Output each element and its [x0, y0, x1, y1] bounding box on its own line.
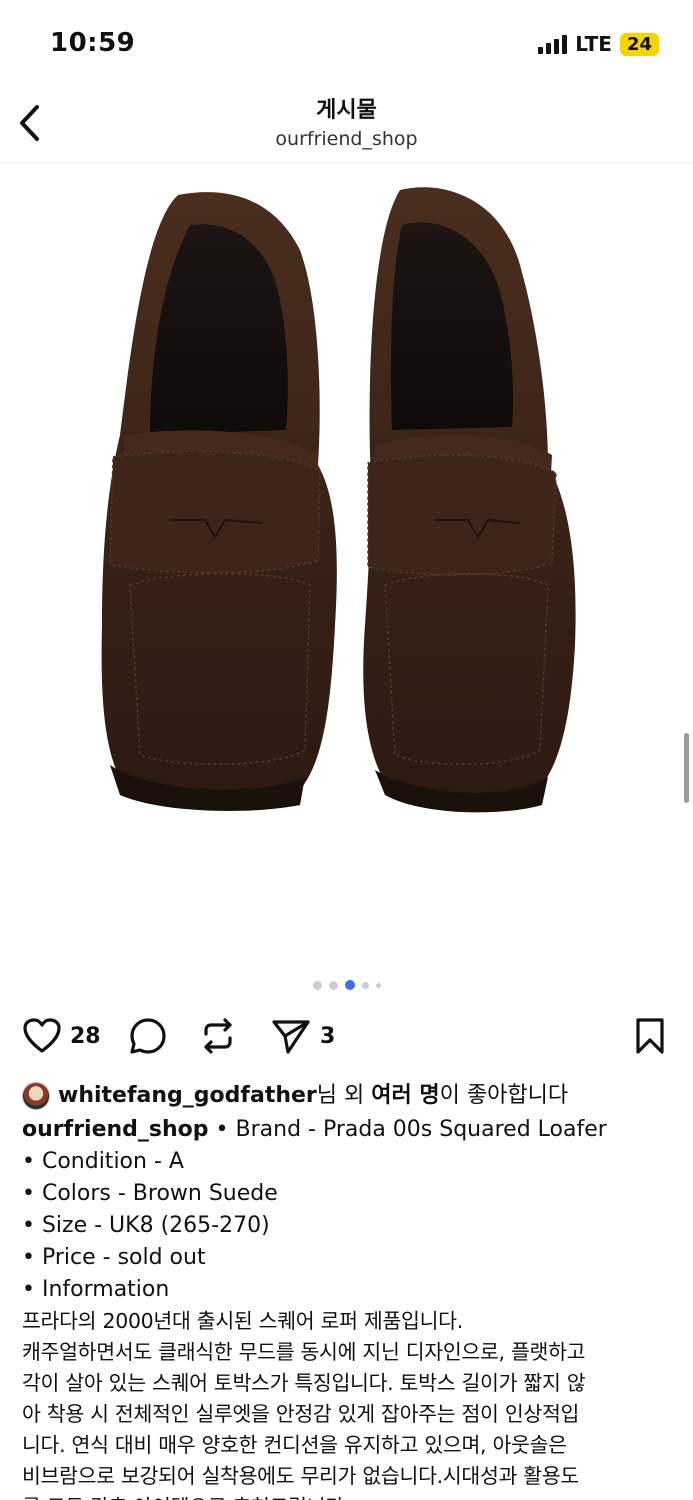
send-icon: [272, 1020, 310, 1054]
carousel-dot: [361, 981, 369, 989]
caption-kr-line: 프라다의 2000년대 출시된 스퀘어 로퍼 제품입니다.: [22, 1309, 463, 1333]
status-indicators: LTE 24: [538, 32, 659, 56]
status-time: 10:59: [50, 28, 136, 58]
caption-kr-line: 니다. 연식 대비 매우 양호한 컨디션을 유지하고 있으며, 아웃솔은: [22, 1433, 567, 1457]
caption-line: • Condition - A: [22, 1149, 184, 1174]
caption-line: • Size - UK8 (265-270): [22, 1213, 270, 1238]
right-shoe: [363, 187, 576, 813]
battery-icon: 24: [619, 32, 659, 56]
post-caption: whitefang_godfather님 외 여러 명이 좋아합니다 ourfr…: [22, 1078, 682, 1500]
liked-by-text-2: 이 좋아합니다: [439, 1083, 569, 1108]
post-actions: 28 3: [0, 1012, 693, 1060]
scroll-indicator[interactable]: [684, 733, 689, 803]
share-count: 3: [320, 1023, 336, 1049]
left-shoe: [101, 192, 337, 811]
repost-icon: [204, 1018, 232, 1054]
signal-icon: [538, 34, 568, 54]
caption-kr-line: 를 모두 갖춘 아이템으로 추천드립니다.: [22, 1492, 682, 1500]
carousel-dot: [375, 982, 381, 988]
caption-kr-line: 캐주얼하면서도 클래식한 무드를 동시에 지닌 디자인으로, 플랫하고: [22, 1340, 586, 1364]
liked-by-user[interactable]: whitefang_godfather: [58, 1083, 317, 1108]
top-nav: 게시물 ourfriend_shop: [0, 88, 693, 164]
caption-kr-line: 비브람으로 보강되어 실착용에도 무리가 없습니다.시대성과 활용도: [22, 1464, 579, 1488]
comment-icon: [130, 1018, 166, 1054]
status-bar: 10:59 LTE 24: [0, 0, 693, 88]
avatar: [22, 1082, 50, 1110]
page-subtitle[interactable]: ourfriend_shop: [0, 128, 693, 150]
page-title: 게시물: [316, 98, 377, 123]
carousel-dot: [328, 980, 338, 990]
post-image[interactable]: [0, 165, 693, 975]
like-count: 28: [70, 1023, 101, 1049]
network-type: LTE: [575, 32, 612, 56]
share-button[interactable]: 3: [270, 1016, 335, 1056]
repost-button[interactable]: [198, 1016, 238, 1056]
caption-line: • Colors - Brown Suede: [22, 1181, 278, 1206]
bookmark-icon: [636, 1018, 664, 1054]
liked-by[interactable]: whitefang_godfather님 외 여러 명이 좋아합니다: [22, 1078, 682, 1114]
carousel-dots: [0, 980, 693, 990]
comment-button[interactable]: [128, 1016, 168, 1056]
liked-by-text-1: 님 외: [316, 1083, 372, 1108]
post-author[interactable]: ourfriend_shop: [22, 1117, 209, 1142]
carousel-dot-active: [344, 980, 355, 990]
caption-text: • Brand - Prada 00s Squared Loafer: [208, 1117, 607, 1142]
loafer-photo: [101, 187, 576, 813]
caption-kr-line: 각이 살아 있는 스퀘어 토박스가 특징입니다. 토박스 길이가 짧지 않: [22, 1371, 586, 1395]
caption-line: • Price - sold out: [22, 1245, 206, 1270]
carousel-dot: [312, 980, 322, 990]
heart-icon: [23, 1018, 61, 1053]
save-button[interactable]: [632, 1016, 668, 1056]
caption-kr-line: 아 착용 시 전체적인 실루엣을 안정감 있게 잡아주는 점이 인상적입: [22, 1402, 580, 1426]
like-button[interactable]: 28: [22, 1016, 101, 1056]
liked-by-others[interactable]: 여러 명: [371, 1083, 439, 1108]
caption-line: ourfriend_shop • Brand - Prada 00s Squar…: [22, 1114, 682, 1146]
caption-line: • Information: [22, 1277, 170, 1302]
